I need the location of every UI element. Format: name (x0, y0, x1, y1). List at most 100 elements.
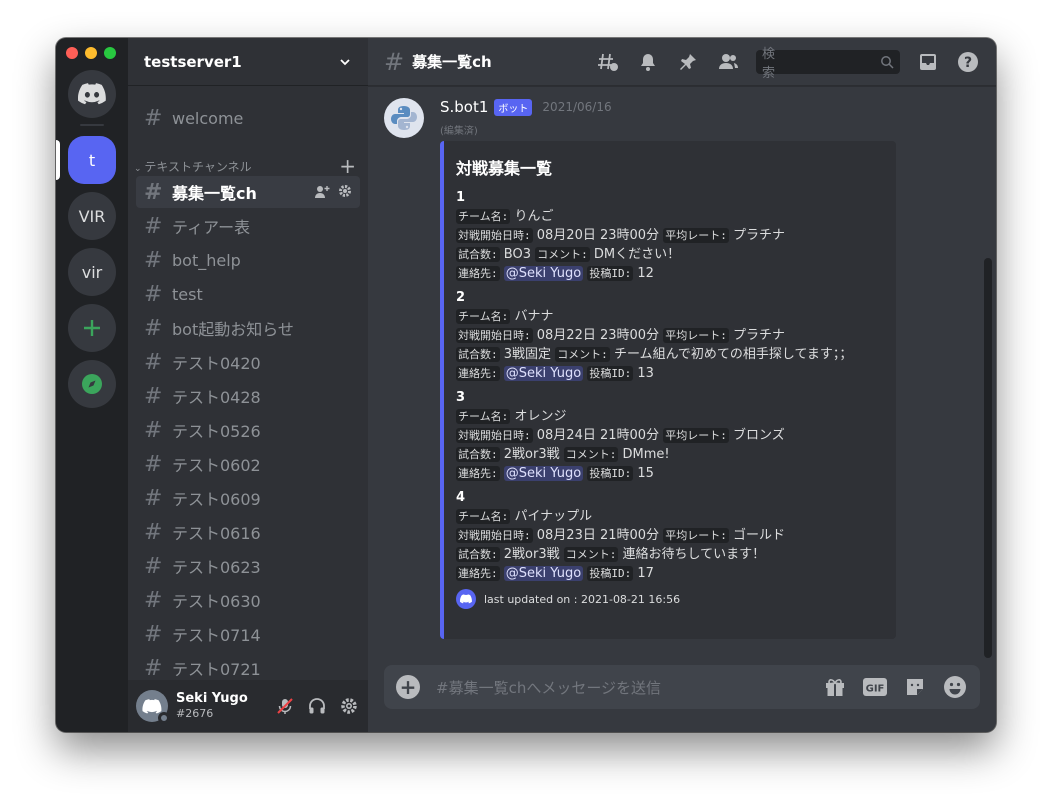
scrollbar[interactable] (984, 258, 992, 658)
category-label: テキストチャンネル (144, 159, 252, 174)
gift-button[interactable] (822, 674, 848, 700)
channel-item-tier[interactable]: # ティアー表 (136, 210, 360, 242)
mute-button[interactable] (274, 695, 296, 717)
channel-label: welcome (172, 108, 244, 128)
post-id: 15 (637, 466, 654, 481)
field-label: 投稿ID: (587, 266, 634, 281)
channel-item-welcome[interactable]: # welcome (136, 102, 360, 134)
channel-item-test0609[interactable]: # テスト0609 (136, 482, 360, 514)
channel-item-test0526[interactable]: # テスト0526 (136, 414, 360, 446)
headphones-icon (309, 698, 325, 714)
channel-item-test0420[interactable]: # テスト0420 (136, 346, 360, 378)
gif-button[interactable]: GIF (862, 674, 888, 700)
channel-item-bot-startup[interactable]: # bot起動お知らせ (136, 312, 360, 344)
svg-text:?: ? (964, 55, 972, 71)
channel-item-test0428[interactable]: # テスト0428 (136, 380, 360, 412)
channel-item-test0602[interactable]: # テスト0602 (136, 448, 360, 480)
channel-item-test0616[interactable]: # テスト0616 (136, 516, 360, 548)
entry-number: 3 (456, 390, 466, 405)
channel-label: テスト0609 (172, 490, 261, 509)
active-server-indicator (56, 140, 60, 180)
channel-label: ティアー表 (172, 218, 251, 237)
server-icon-t[interactable]: t (68, 136, 116, 184)
field-label: 試合数: (456, 547, 500, 562)
user-info[interactable]: Seki Yugo #2676 (176, 691, 248, 721)
message-composer[interactable]: + #募集一覧chへメッセージを送信 GIF (384, 665, 980, 709)
gift-icon (826, 679, 844, 696)
channel-header: # 募集一覧ch 検索 ? (368, 38, 996, 86)
channel-item-recruit[interactable]: # 募集一覧ch (136, 176, 360, 208)
channel-item-test0630[interactable]: # テスト0630 (136, 584, 360, 616)
field-label: 試合数: (456, 247, 500, 262)
help-button[interactable]: ? (956, 50, 980, 74)
hash-icon: # (144, 383, 163, 409)
list-item: 1 チーム名: りんご 対戦開始日時: 08月20日 23時00分 平均レート:… (456, 189, 884, 283)
add-server-button[interactable] (68, 304, 116, 352)
hash-icon: # (384, 47, 405, 76)
avatar[interactable] (136, 690, 170, 724)
user-mention[interactable]: @Seki Yugo (503, 366, 584, 381)
inbox-button[interactable] (916, 50, 940, 74)
search-input[interactable]: 検索 (756, 46, 900, 81)
attach-button[interactable]: + (396, 675, 420, 699)
threads-button[interactable] (596, 50, 620, 74)
explore-servers-button[interactable] (68, 360, 116, 408)
field-label: 連絡先: (456, 466, 500, 481)
user-panel: Seki Yugo #2676 (128, 680, 368, 732)
channel-item-test[interactable]: # test (136, 278, 360, 310)
field-label: 平均レート: (663, 328, 729, 343)
channel-label: テスト0526 (172, 422, 261, 441)
gear-icon[interactable] (338, 184, 352, 198)
channel-item-test0714[interactable]: # テスト0714 (136, 618, 360, 650)
field-label: 試合数: (456, 447, 500, 462)
minimize-window-button[interactable] (85, 47, 97, 59)
server-header[interactable]: testserver1 (128, 38, 368, 86)
start-time: 08月23日 21時00分 (536, 528, 660, 543)
team-name: オレンジ (514, 409, 567, 424)
server-icon-vir-upper[interactable]: VIR (68, 192, 116, 240)
server-icon-vir-lower[interactable]: vir (68, 248, 116, 296)
user-mention[interactable]: @Seki Yugo (503, 566, 584, 581)
inbox-icon (920, 53, 936, 70)
add-channel-icon[interactable]: + (339, 154, 356, 178)
sticker-button[interactable] (902, 674, 928, 700)
entry-number: 2 (456, 290, 466, 305)
member-list-button[interactable] (716, 50, 740, 74)
field-label: チーム名: (456, 209, 511, 224)
comment: DMください！ (593, 247, 681, 262)
category-text-channels[interactable]: ⌄ テキストチャンネル + (132, 154, 360, 178)
channel-title: 募集一覧ch (412, 53, 492, 71)
team-name: バナナ (514, 309, 554, 324)
home-button[interactable] (68, 70, 116, 118)
hash-icon: # (144, 451, 163, 477)
channel-item-bot-help[interactable]: # bot_help (136, 244, 360, 276)
user-mention[interactable]: @Seki Yugo (503, 266, 584, 281)
team-name: パイナップル (514, 509, 593, 524)
discord-logo-icon (142, 698, 162, 714)
field-label: 連絡先: (456, 366, 500, 381)
notifications-button[interactable] (636, 50, 660, 74)
field-label: 対戦開始日時: (456, 328, 533, 343)
comment: チーム組んで初めての相手探してます；； (613, 347, 853, 362)
user-mention[interactable]: @Seki Yugo (503, 466, 584, 481)
emoji-button[interactable] (942, 674, 968, 700)
pinned-messages-button[interactable] (676, 50, 700, 74)
average-rate: プラチナ (732, 328, 785, 343)
deafen-button[interactable] (306, 695, 328, 717)
channel-item-test0623[interactable]: # テスト0623 (136, 550, 360, 582)
server-label: t (88, 150, 96, 170)
zoom-window-button[interactable] (104, 47, 116, 59)
game-count: BO3 (503, 247, 531, 262)
team-name: りんご (514, 209, 554, 224)
bot-avatar[interactable] (384, 98, 424, 138)
search-placeholder: 検索 (762, 46, 776, 81)
invite-user-icon[interactable] (314, 184, 330, 200)
server-label: VIR (78, 206, 106, 226)
window-controls (66, 47, 116, 59)
list-item: 3 チーム名: オレンジ 対戦開始日時: 08月24日 21時00分 平均レート… (456, 389, 884, 483)
emoji-smile-icon (944, 676, 966, 698)
message-author[interactable]: S.bot1 (440, 98, 488, 116)
close-window-button[interactable] (66, 47, 78, 59)
user-settings-button[interactable] (338, 695, 360, 717)
hash-icon: # (144, 349, 163, 375)
